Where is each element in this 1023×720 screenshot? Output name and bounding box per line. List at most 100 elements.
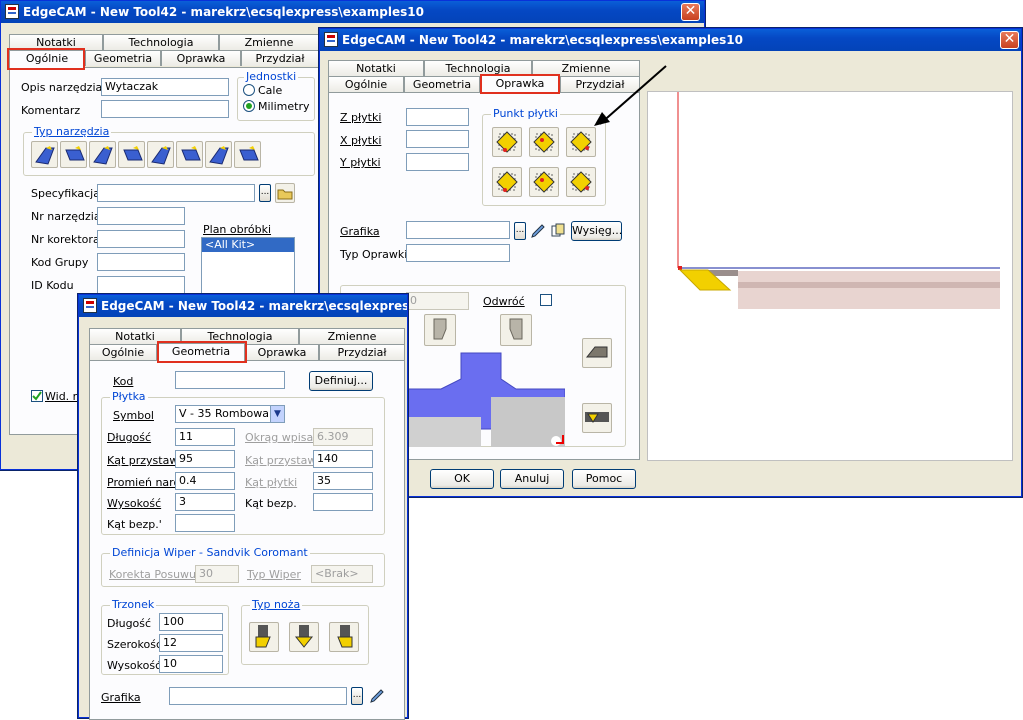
insert-type-icon[interactable] xyxy=(582,403,612,433)
nr-narzedzia-input[interactable] xyxy=(97,207,185,225)
typ-oprawki-input[interactable] xyxy=(406,244,510,262)
threading-tool-icon[interactable] xyxy=(118,141,145,168)
definiuj-button[interactable]: Definiuj... xyxy=(309,371,373,391)
wid-checkbox[interactable] xyxy=(31,390,43,402)
milimetry-radio[interactable] xyxy=(243,100,255,112)
t-wysokosc-input[interactable]: 10 xyxy=(159,655,223,673)
folder-icon[interactable] xyxy=(275,183,295,203)
form-tool-icon[interactable] xyxy=(234,141,261,168)
window-titlebar[interactable]: EdgeCAM - New Tool42 - marekrz\ecsqlexpr… xyxy=(79,295,407,317)
symbol-label: Symbol xyxy=(113,409,154,422)
cale-label: Cale xyxy=(258,84,283,97)
close-button[interactable]: ✕ xyxy=(1000,31,1019,49)
kat-bezp2-input[interactable] xyxy=(175,514,235,532)
opis-label: Opis narzędzia xyxy=(21,81,103,94)
tool-preview-viewport[interactable] xyxy=(647,91,1013,461)
turning-tool-icon[interactable] xyxy=(60,141,87,168)
tab-oprawka[interactable]: Oprawka xyxy=(161,50,241,66)
korekta-input[interactable]: 30 xyxy=(195,565,239,583)
holder-type-icon[interactable] xyxy=(582,338,612,368)
parting-tool-icon[interactable] xyxy=(147,141,174,168)
insert-point-icon-6[interactable] xyxy=(566,167,596,197)
kat-bezp2-label: Kąt bezp.' xyxy=(107,518,162,531)
grafika-browse-button[interactable]: ... xyxy=(351,687,363,705)
opis-input[interactable]: Wytaczak xyxy=(101,78,229,96)
promien-input[interactable]: 0.4 xyxy=(175,472,235,490)
app-icon xyxy=(5,4,19,19)
dlugosc-input[interactable]: 11 xyxy=(175,428,235,446)
pen-icon[interactable] xyxy=(369,688,385,704)
tab-zmienne[interactable]: Zmienne xyxy=(299,328,405,344)
t-dlugosc-input[interactable]: 100 xyxy=(159,613,223,631)
wysokosc-input[interactable]: 3 xyxy=(175,493,235,511)
z-plytki-input[interactable] xyxy=(406,108,469,126)
holder-left-icon[interactable] xyxy=(424,314,456,346)
wysieg-button[interactable]: Wysięg... xyxy=(571,221,622,241)
window-titlebar[interactable]: EdgeCAM - New Tool42 - marekrz\ecsqlexpr… xyxy=(320,29,1021,51)
tab-oprawka[interactable]: Oprawka xyxy=(245,344,319,360)
tab-przydzial[interactable]: Przydział xyxy=(241,50,319,66)
insert-point-icon-4[interactable] xyxy=(492,167,522,197)
t-szerokosc-input[interactable]: 12 xyxy=(159,634,223,652)
nr-korektora-input[interactable] xyxy=(97,230,185,248)
face-tool-icon[interactable] xyxy=(205,141,232,168)
plan-obrobki-list[interactable]: <All Kit> xyxy=(201,237,295,297)
insert-point-icon-5[interactable] xyxy=(529,167,559,197)
plan-list-item[interactable]: <All Kit> xyxy=(202,238,294,252)
insert-point-icon-1[interactable] xyxy=(492,127,522,157)
knife-left-icon[interactable] xyxy=(249,622,279,652)
holder-right-icon[interactable] xyxy=(500,314,532,346)
komentarz-input[interactable] xyxy=(101,100,229,118)
specyfikacja-label: Specyfikacja xyxy=(31,187,100,200)
specyfikacja-input[interactable] xyxy=(97,184,255,202)
copy-icon[interactable] xyxy=(550,223,566,239)
pomoc-button[interactable]: Pomoc xyxy=(572,469,636,489)
kat-przystaw-input[interactable]: 95 xyxy=(175,450,235,468)
grafika-browse-button[interactable]: ... xyxy=(514,222,526,240)
okrag-input[interactable]: 6.309 xyxy=(313,428,373,446)
partial-input[interactable]: 0 xyxy=(406,292,469,310)
knife-right-icon[interactable] xyxy=(329,622,359,652)
symbol-select[interactable]: V - 35 Rombowa ▼ xyxy=(175,405,285,423)
odwroc-checkbox[interactable] xyxy=(540,294,552,306)
tab-ogolnie[interactable]: Ogólnie xyxy=(328,76,404,92)
tab-technologia[interactable]: Technologia xyxy=(103,34,219,50)
kat-przystaw2-input[interactable]: 140 xyxy=(313,450,373,468)
window-titlebar[interactable]: EdgeCAM - New Tool42 - marekrz\ecsqlexpr… xyxy=(1,1,704,23)
drill-icon[interactable] xyxy=(176,141,203,168)
tab-zmienne[interactable]: Zmienne xyxy=(219,34,319,50)
typ-wiper-select[interactable]: <Brak> xyxy=(311,565,373,583)
grafika-input[interactable] xyxy=(406,221,510,239)
id-kodu-input[interactable] xyxy=(97,276,185,294)
kod-grupy-input[interactable] xyxy=(97,253,185,271)
grooving-tool-icon[interactable] xyxy=(89,141,116,168)
kat-bezp-input[interactable] xyxy=(313,493,373,511)
grafika-input[interactable] xyxy=(169,687,347,705)
kod-input[interactable] xyxy=(175,371,285,389)
chevron-down-icon[interactable]: ▼ xyxy=(270,406,284,422)
kat-przystaw2-label: Kąt przystaw. xyxy=(245,454,319,467)
pen-icon[interactable] xyxy=(530,223,546,239)
tab-notatki[interactable]: Notatki xyxy=(328,60,424,76)
y-plytki-input[interactable] xyxy=(406,153,469,171)
insert-point-icon-2[interactable] xyxy=(529,127,559,157)
tab-geometria[interactable]: Geometria xyxy=(85,50,161,66)
cale-radio[interactable] xyxy=(243,84,255,96)
annotation-arrow xyxy=(590,60,670,132)
tab-przydzial[interactable]: Przydział xyxy=(319,344,405,360)
tab-ogolnie[interactable]: Ogólnie xyxy=(89,344,157,360)
anuluj-button[interactable]: Anuluj xyxy=(500,469,564,489)
knife-center-icon[interactable] xyxy=(289,622,319,652)
close-button[interactable]: ✕ xyxy=(681,3,700,21)
specyfikacja-browse-button[interactable]: ... xyxy=(259,184,271,202)
kod-grupy-label: Kod Grupy xyxy=(31,256,89,269)
tab-geometria[interactable]: Geometria xyxy=(404,76,480,92)
ok-button[interactable]: OK xyxy=(430,469,494,489)
kat-plytki-input[interactable]: 35 xyxy=(313,472,373,490)
window-tool-geometry: EdgeCAM - New Tool42 - marekrz\ecsqlexpr… xyxy=(78,294,408,720)
boring-bar-icon[interactable] xyxy=(31,141,58,168)
highlight-box xyxy=(7,48,85,70)
x-plytki-input[interactable] xyxy=(406,130,469,148)
window-title: EdgeCAM - New Tool42 - marekrz\ecsqlexpr… xyxy=(101,299,407,313)
x-plytki-label: X płytki xyxy=(340,134,382,147)
